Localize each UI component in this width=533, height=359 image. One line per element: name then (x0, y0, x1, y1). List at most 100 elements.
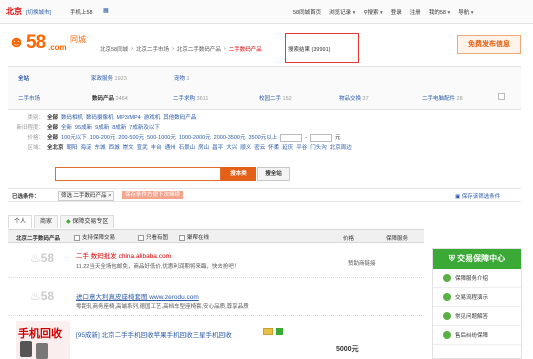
history-link[interactable]: 浏览记录 (329, 8, 355, 16)
opt-with-image[interactable]: 只看有图 (138, 233, 168, 241)
cond-option[interactable]: 8成新 (112, 123, 126, 133)
tab-merchant[interactable]: 商家 (34, 215, 59, 228)
cond-option[interactable]: 9成新 (95, 123, 109, 133)
item-price: 5000元 (336, 346, 359, 353)
price-option[interactable]: 3500元以上 (248, 133, 277, 143)
crumb-2[interactable]: 北京二手市场 (136, 45, 169, 53)
type-option[interactable]: MP3/MP4 (117, 113, 141, 123)
item-title[interactable]: 二手 数码批发 china.alibaba.com (76, 250, 171, 260)
list-item[interactable]: ♨58 二手 数码批发 china.alibaba.com 11.22当天全场包… (8, 243, 424, 278)
cat-pc-parts[interactable]: 二手电脑配件 28 (422, 94, 463, 102)
sidebar-item[interactable]: 常见问题解答 (433, 307, 521, 326)
save-filter-link[interactable]: ▣ 保存该筛选条件 (455, 192, 500, 200)
cond-all[interactable]: 全部 (47, 123, 58, 133)
cat-pets[interactable]: 宠物 1 (174, 74, 190, 82)
mobile-link[interactable]: 手机上58 (70, 8, 93, 16)
price-option[interactable]: 200-500元 (118, 133, 144, 143)
close-icon[interactable]: × (108, 193, 111, 199)
area-option[interactable]: 北京周边 (330, 143, 352, 153)
cat-campus[interactable]: 校园二手 152 (259, 94, 292, 102)
area-option[interactable]: 丰台 (151, 143, 162, 153)
item-desc: 零距轧商务座椅,高端系列,德国工艺,高档车型座椅套,安心品质,尊享品质 (76, 304, 249, 310)
type-all[interactable]: 全部 (47, 113, 58, 123)
area-option[interactable]: 怀柔 (268, 143, 279, 153)
search-category-button[interactable]: 搜本类 (221, 167, 256, 181)
logo-face-icon: ☻ (8, 34, 25, 51)
filter-area-row: 区域： 全北京 朝阳 海淀 东城 西城 崇文 宣武 丰台 通州 石景山 房山 昌… (27, 143, 352, 153)
area-option[interactable]: 门头沟 (310, 143, 327, 153)
sidebar-item[interactable]: 保障服务介绍 (433, 269, 521, 288)
area-option[interactable]: 平谷 (296, 143, 307, 153)
search-site-button[interactable]: 搜全站 (257, 167, 290, 181)
selected-chip[interactable]: 筛选 二手数码产品 × (58, 191, 115, 201)
cat-wanted[interactable]: 二手求购 3611 (173, 94, 208, 102)
collapse-toggle[interactable] (498, 93, 505, 100)
login-link[interactable]: 登录 (391, 8, 402, 16)
type-option[interactable]: 数码摄像机 (86, 113, 114, 123)
price-option[interactable]: 500-1000元 (147, 133, 176, 143)
switch-city-link[interactable]: [切换城市] (26, 8, 51, 16)
area-option[interactable]: 崇文 (123, 143, 134, 153)
area-option[interactable]: 石景山 (179, 143, 196, 153)
area-option[interactable]: 朝阳 (67, 143, 78, 153)
type-option[interactable]: 游戏机 (144, 113, 161, 123)
cat-all[interactable]: 全站 (18, 74, 29, 82)
area-option[interactable]: 通州 (165, 143, 176, 153)
item-image[interactable]: 手机回收 (16, 321, 70, 359)
area-option[interactable]: 宣武 (137, 143, 148, 153)
item-title[interactable]: [95成新] 北京二手手机回收苹果手机回收三星手机回收 (76, 329, 232, 339)
opt-guarantee[interactable]: 支持保障交易 (74, 233, 115, 241)
price-min-input[interactable] (280, 134, 303, 142)
tab-guarantee[interactable]: ◆ 保障交易专区 (60, 215, 115, 228)
crumb-1[interactable]: 北京58同城 (100, 45, 128, 53)
area-option[interactable]: 东城 (95, 143, 106, 153)
sidebar-item[interactable]: 交易流程演示 (433, 288, 521, 307)
cat-exchange[interactable]: 物品交换 37 (339, 94, 369, 102)
my58-link[interactable]: 我的58 (429, 8, 450, 16)
area-option[interactable]: 西城 (109, 143, 120, 153)
home-link[interactable]: 58同城首页 (293, 8, 321, 16)
cond-option[interactable]: 全新 (61, 123, 72, 133)
type-option[interactable]: 其他数码产品 (163, 113, 196, 123)
filter-price-row: 价格： 全部 100元以下 100-200元 200-500元 500-1000… (27, 133, 341, 143)
price-option[interactable]: 2000-3500元 (214, 133, 246, 143)
city-name: 北京 (6, 7, 22, 16)
cat-digital[interactable]: 数码产品 2464 (92, 94, 128, 102)
area-option[interactable]: 大兴 (226, 143, 237, 153)
crumb-3[interactable]: 北京二手数码产品 (177, 45, 221, 53)
area-all[interactable]: 全北京 (47, 143, 64, 153)
logo[interactable]: ☻ 58 .com 同城 (8, 28, 98, 62)
area-option[interactable]: 顺义 (240, 143, 251, 153)
price-option[interactable]: 1000-2000元 (179, 133, 211, 143)
area-option[interactable]: 房山 (198, 143, 209, 153)
col-price: 价格 (343, 236, 355, 242)
cond-option[interactable]: 95成新 (75, 123, 92, 133)
price-option[interactable]: 100-200元 (90, 133, 116, 143)
price-option[interactable]: 100元以下 (61, 133, 87, 143)
area-option[interactable]: 密云 (254, 143, 265, 153)
post-free-button[interactable]: 免费发布信息 (457, 35, 521, 54)
area-option[interactable]: 昌平 (212, 143, 223, 153)
search-top-link[interactable]: ⚲搜索 (363, 8, 382, 16)
logo-cn: 同城 (70, 35, 86, 44)
sidebar-item[interactable]: 售后纠纷保障 (433, 326, 521, 345)
item-title[interactable]: 进口意大利真皮座椅套图 www.zerodu.com (76, 291, 199, 301)
list-header: 北京二手数码产品 支持保障交易 只看有图 聚帮在线 价格 保障服务 (8, 229, 424, 243)
area-option[interactable]: 海淀 (81, 143, 92, 153)
cat-secondhand[interactable]: 二手市场 (18, 94, 40, 102)
search-input[interactable] (55, 167, 221, 181)
tab-personal[interactable]: 个人 (8, 215, 33, 228)
list-item[interactable]: 手机回收 [95成新] 北京二手手机回收苹果手机回收三星手机回收 5000元 (8, 319, 424, 359)
list-item[interactable]: ♨58 进口意大利真皮座椅套图 www.zerodu.com 零距轧商务座椅,高… (8, 281, 424, 316)
sponsor-tag: 赞助商链接 (348, 261, 376, 267)
price-all[interactable]: 全部 (47, 133, 58, 143)
selected-label: 已选条件： (12, 194, 40, 200)
nav-link[interactable]: 导航 (458, 8, 473, 16)
area-option[interactable]: 延庆 (282, 143, 293, 153)
type-option[interactable]: 数码相机 (61, 113, 83, 123)
cond-option[interactable]: 7成新及以下 (129, 123, 160, 133)
opt-online[interactable]: 聚帮在线 (179, 233, 209, 241)
register-link[interactable]: 注册 (410, 8, 421, 16)
price-max-input[interactable] (310, 134, 333, 142)
cat-housekeeping[interactable]: 家政服务 1923 (91, 74, 127, 82)
